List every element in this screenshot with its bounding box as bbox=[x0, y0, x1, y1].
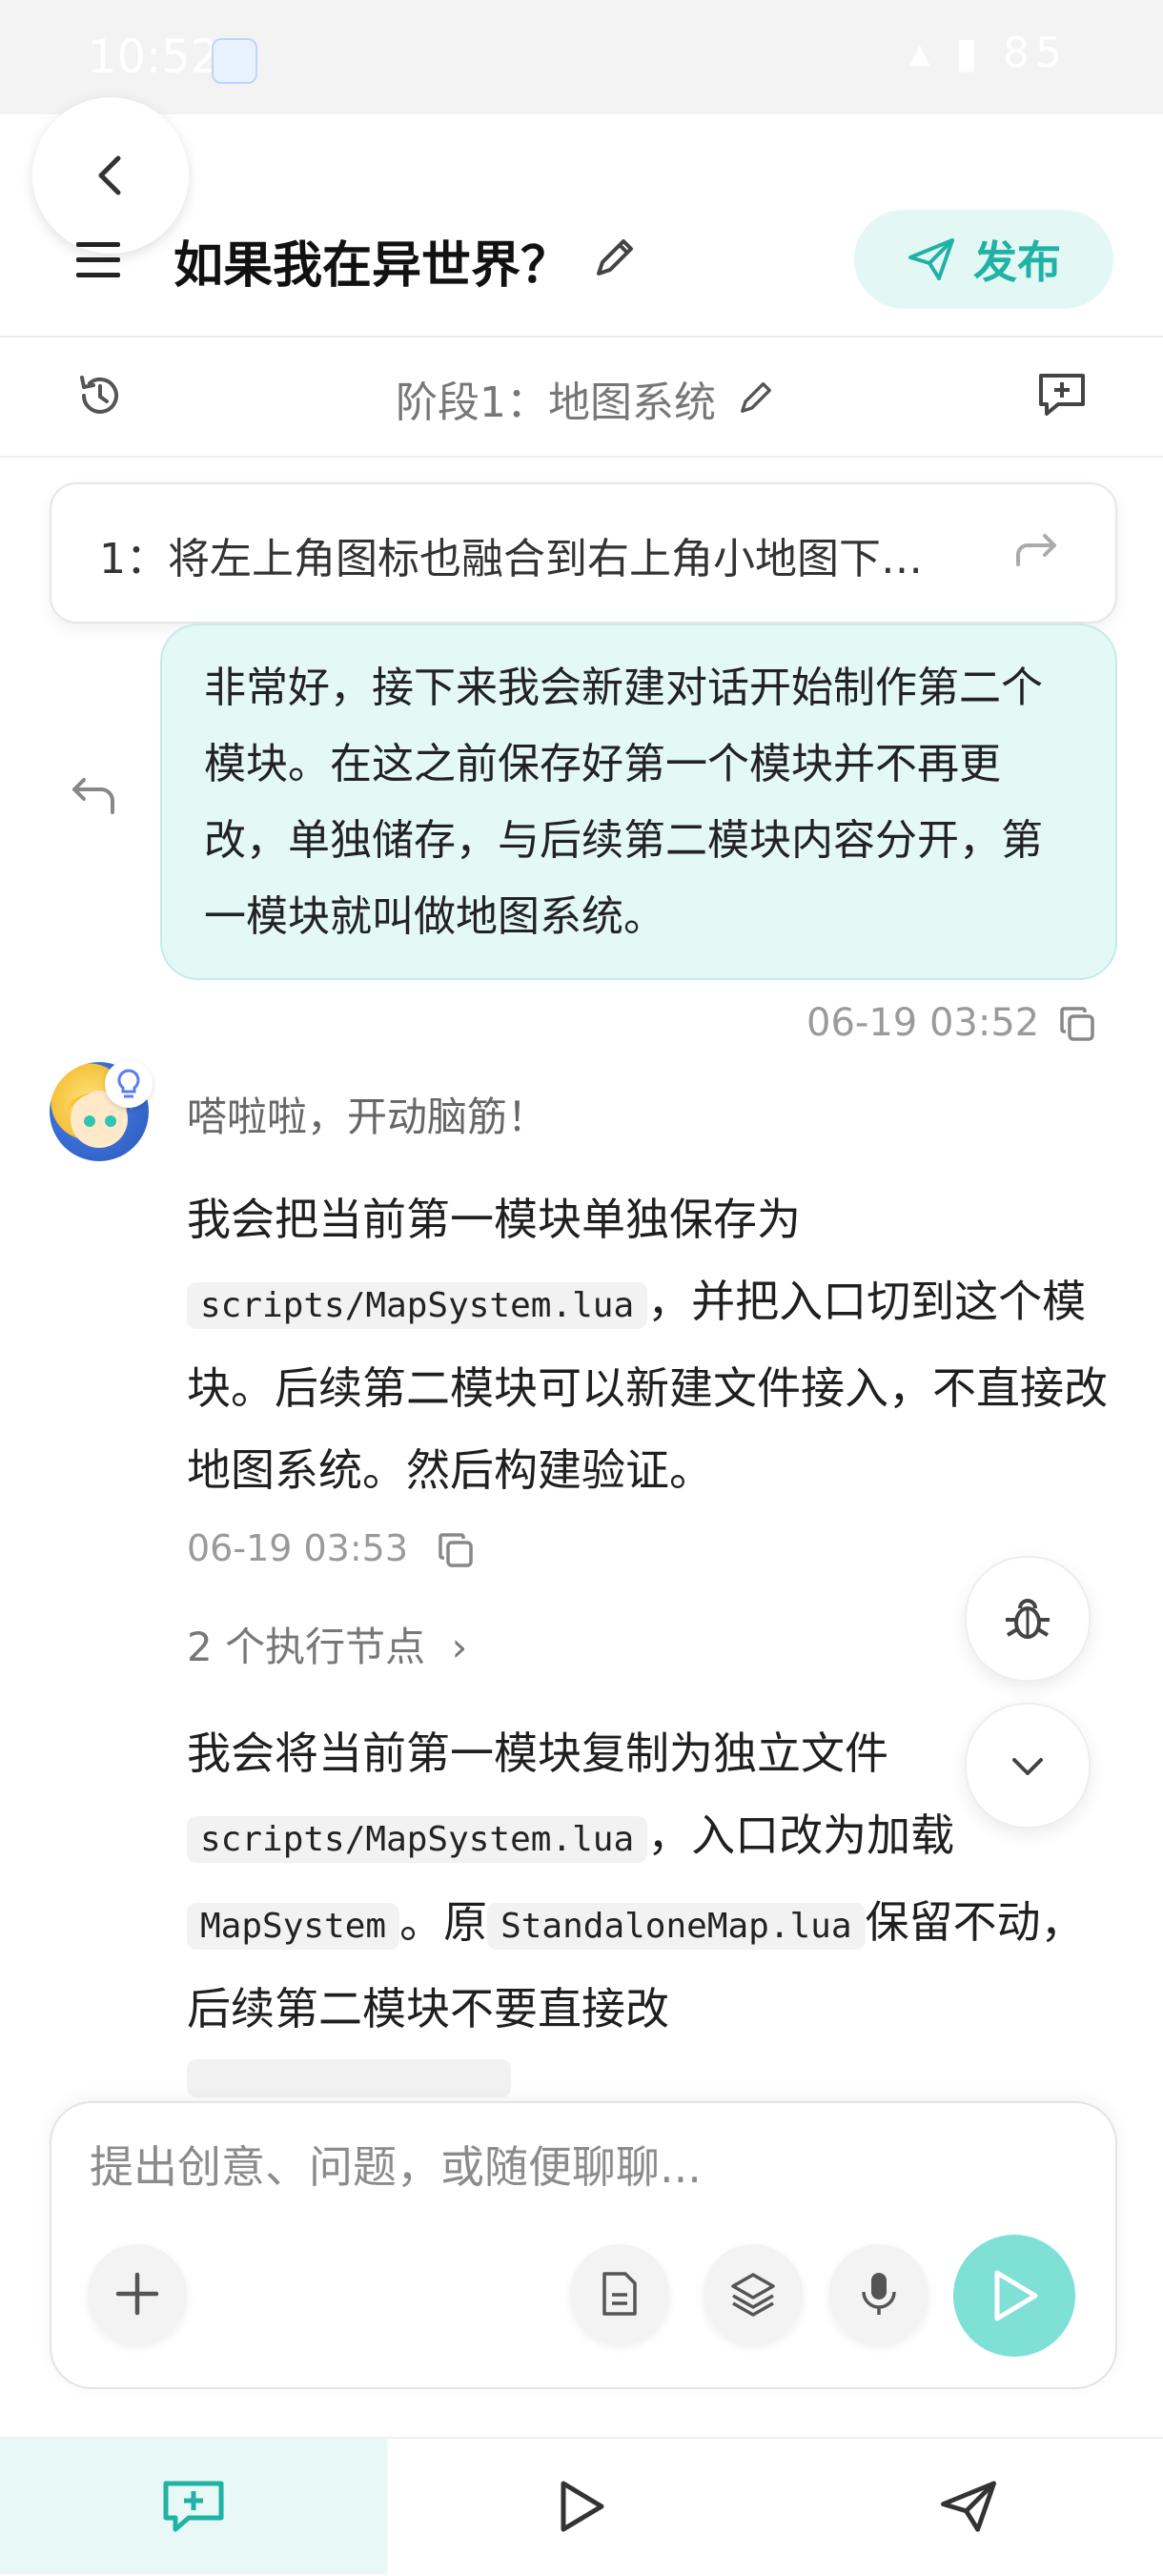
layers-button[interactable] bbox=[704, 2244, 803, 2343]
user-message-timestamp: 06-19 03:52 bbox=[806, 1001, 1040, 1045]
assistant-message-1: 我会把当前第一模块单独保存为 scripts/MapSystem.lua ，并把入… bbox=[187, 1194, 1108, 1496]
scroll-to-bottom-button[interactable] bbox=[965, 1703, 1091, 1829]
battery-level: 85 bbox=[1003, 29, 1068, 77]
play-icon bbox=[994, 2270, 1038, 2321]
plus-icon bbox=[115, 2272, 159, 2316]
send-icon bbox=[941, 2481, 997, 2532]
user-message-text: 非常好，接下来我会新建对话开始制作第二个模块。在这之前保存好第一个模块并不再更改… bbox=[204, 664, 1043, 941]
wifi-icon: ▴ bbox=[908, 29, 936, 77]
message-input[interactable] bbox=[88, 2136, 949, 2198]
undo-icon[interactable] bbox=[69, 774, 116, 816]
publish-label: 发布 bbox=[973, 236, 1061, 288]
edit-title-icon[interactable] bbox=[591, 234, 639, 281]
new-chat-icon[interactable] bbox=[1035, 368, 1089, 421]
status-time: 10:52 bbox=[88, 31, 220, 84]
execution-nodes-toggle[interactable]: 2 个执行节点 › bbox=[187, 1615, 467, 1673]
layers-icon bbox=[731, 2273, 775, 2317]
edit-stage-icon[interactable] bbox=[736, 378, 776, 418]
assistant-message-timestamp: 06-19 03:53 bbox=[187, 1527, 409, 1569]
stage-title[interactable]: 阶段1：地图系统 bbox=[0, 368, 1163, 429]
inline-code: scripts/MapSystem.lua bbox=[187, 1282, 648, 1329]
inline-code: MapSystem bbox=[187, 1903, 400, 1950]
send-button[interactable] bbox=[953, 2235, 1075, 2357]
send-icon bbox=[908, 238, 954, 280]
project-title: 如果我在异世界？ bbox=[173, 237, 571, 295]
play-icon bbox=[561, 2481, 604, 2532]
nav-tab-publish[interactable] bbox=[774, 2439, 1163, 2574]
lightbulb-icon bbox=[105, 1060, 153, 1108]
chevron-down-icon bbox=[1012, 1758, 1043, 1775]
nav-tab-run[interactable] bbox=[387, 2439, 774, 2574]
inline-code: scripts/MapSystem.lua bbox=[187, 1816, 648, 1863]
forward-icon[interactable] bbox=[1014, 530, 1060, 568]
microphone-icon bbox=[862, 2273, 896, 2315]
chevron-left-icon bbox=[98, 155, 121, 195]
add-attachment-button[interactable] bbox=[88, 2244, 187, 2343]
inline-code: StandaloneMap.lua bbox=[487, 1903, 866, 1950]
copy-icon[interactable] bbox=[1058, 1005, 1096, 1043]
status-icons: ▴ ▮ 85 bbox=[909, 29, 1068, 77]
bug-icon bbox=[1006, 1599, 1050, 1639]
chat-add-icon bbox=[163, 2481, 224, 2532]
document-icon bbox=[602, 2272, 637, 2316]
queued-prompt-text: 1：将左上角图标也融合到右上角小地图下… bbox=[99, 535, 923, 583]
assistant-status-text: 嗒啦啦，开动脑筋！ bbox=[187, 1094, 548, 1140]
back-button[interactable] bbox=[32, 97, 189, 254]
inline-code-partial bbox=[187, 2059, 511, 2097]
app-notification-icon bbox=[212, 38, 257, 84]
debug-button[interactable] bbox=[965, 1556, 1091, 1682]
nav-tab-chat[interactable] bbox=[0, 2439, 387, 2574]
voice-button[interactable] bbox=[829, 2244, 928, 2343]
chevron-right-icon: › bbox=[451, 1624, 468, 1670]
menu-icon[interactable] bbox=[76, 240, 120, 278]
copy-icon[interactable] bbox=[437, 1531, 475, 1569]
publish-button[interactable]: 发布 bbox=[854, 210, 1113, 309]
signal-icon: ▮ bbox=[954, 29, 984, 77]
file-button[interactable] bbox=[570, 2244, 669, 2343]
